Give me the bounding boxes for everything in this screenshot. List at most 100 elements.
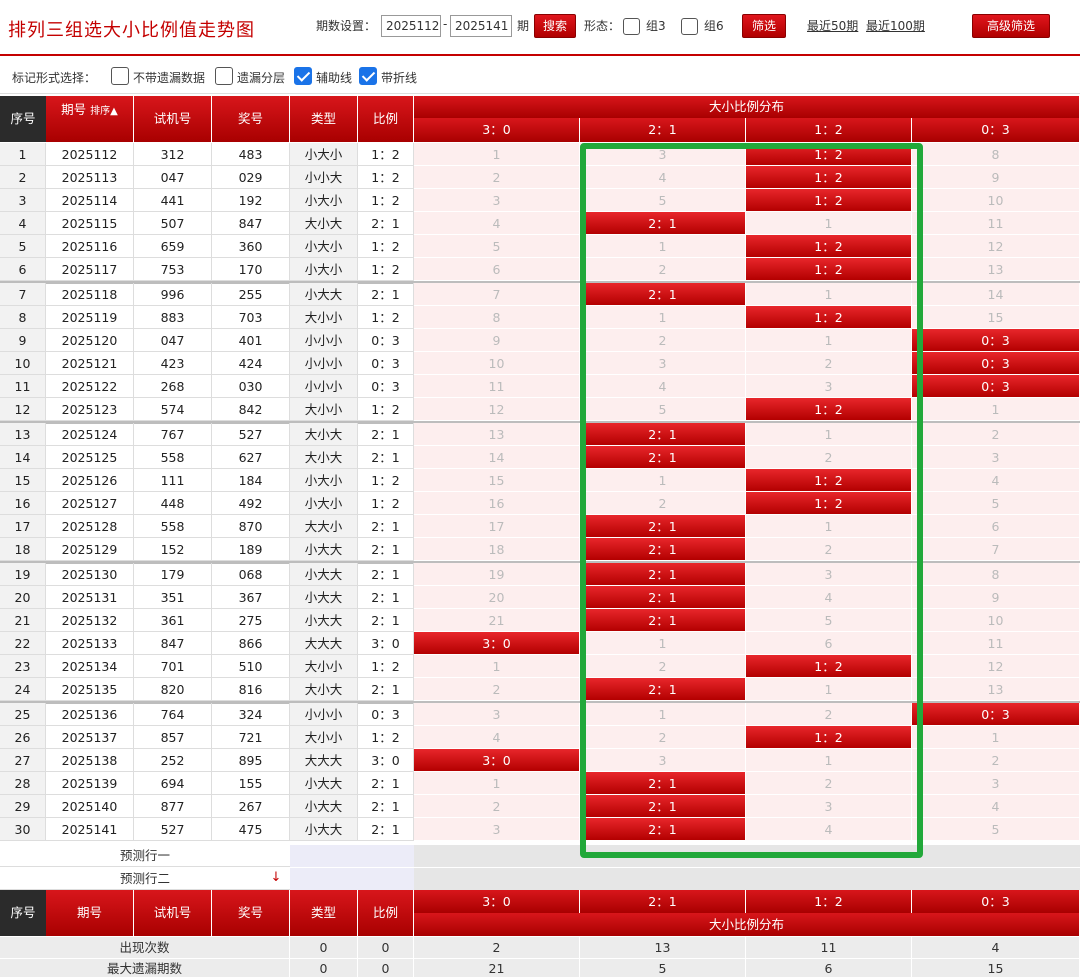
sort-icon[interactable]: 排序▲ <box>90 106 118 117</box>
row-seq: 27 <box>0 749 46 772</box>
row-ratio: 2：1 <box>358 538 414 561</box>
dist-hit-cell: 2：1 <box>580 772 746 795</box>
dist-miss-cell: 5 <box>746 609 912 632</box>
row-draw: 189 <box>212 538 290 561</box>
dist-miss-cell: 6 <box>912 515 1080 538</box>
dist-miss-cell: 6 <box>746 632 912 655</box>
dist-miss-cell: 16 <box>414 492 580 515</box>
row-type: 小小小 <box>290 375 358 398</box>
row-draw: 029 <box>212 166 290 189</box>
row-draw: 030 <box>212 375 290 398</box>
mark-options-label: 标记形式选择： <box>12 71 97 85</box>
row-type: 小大小 <box>290 258 358 281</box>
dist-hit-cell: 1：2 <box>746 398 912 421</box>
row-test: 574 <box>134 398 212 421</box>
row-issue: 2025141 <box>46 818 134 841</box>
row-seq: 4 <box>0 212 46 235</box>
filter-button[interactable]: 筛选 <box>742 14 786 38</box>
dist-miss-cell: 12 <box>912 655 1080 678</box>
row-type: 小小小 <box>290 352 358 375</box>
max-miss-ratio: 0 <box>358 959 414 978</box>
row-seq: 6 <box>0 258 46 281</box>
dist-miss-cell: 11 <box>912 632 1080 655</box>
row-seq: 14 <box>0 446 46 469</box>
group6-checkbox[interactable] <box>681 18 698 35</box>
row-draw: 184 <box>212 469 290 492</box>
row-draw: 847 <box>212 212 290 235</box>
row-type: 小小小 <box>290 703 358 726</box>
footer-header-type: 类型 <box>290 890 358 936</box>
header-issue[interactable]: 期号 排序▲ <box>46 96 134 142</box>
row-ratio: 2：1 <box>358 609 414 632</box>
search-button[interactable]: 搜索 <box>534 14 576 38</box>
prediction-input[interactable] <box>290 845 414 867</box>
header-issue-label: 期号 <box>61 102 87 117</box>
row-draw: 866 <box>212 632 290 655</box>
dist-miss-cell: 4 <box>414 212 580 235</box>
row-draw: 424 <box>212 352 290 375</box>
dist-hit-cell: 1：2 <box>746 726 912 749</box>
prediction-input[interactable] <box>290 868 414 890</box>
row-draw: 627 <box>212 446 290 469</box>
down-arrow-icon[interactable]: ↓ <box>268 870 284 888</box>
dist-miss-cell: 14 <box>414 446 580 469</box>
period-unit: 期 <box>517 19 530 33</box>
header-dist-col: 0：3 <box>912 118 1080 142</box>
dist-miss-cell: 9 <box>414 329 580 352</box>
row-test: 111 <box>134 469 212 492</box>
advanced-filter-button[interactable]: 高级筛选 <box>972 14 1050 38</box>
dist-miss-cell: 2 <box>580 258 746 281</box>
group6-label: 组6 <box>704 19 724 33</box>
row-ratio: 1：2 <box>358 306 414 329</box>
occurrences-label: 出现次数 <box>0 937 290 959</box>
dist-miss-cell: 2 <box>414 678 580 701</box>
row-ratio: 2：1 <box>358 283 414 306</box>
period-to-input[interactable]: 2025141 <box>450 15 512 37</box>
dist-miss-cell: 4 <box>912 795 1080 818</box>
dist-miss-cell: 12 <box>912 235 1080 258</box>
row-issue: 2025135 <box>46 678 134 701</box>
aux-line-label: 辅助线 <box>316 71 353 85</box>
dist-miss-cell: 5 <box>912 492 1080 515</box>
dist-miss-cell: 1 <box>414 772 580 795</box>
row-issue: 2025122 <box>46 375 134 398</box>
polyline-checkbox[interactable] <box>359 67 377 85</box>
group3-checkbox[interactable] <box>623 18 640 35</box>
row-seq: 30 <box>0 818 46 841</box>
row-seq: 8 <box>0 306 46 329</box>
header-dist-col: 2：1 <box>580 118 746 142</box>
miss-layer-checkbox[interactable] <box>215 67 233 85</box>
row-seq: 24 <box>0 678 46 701</box>
dist-miss-cell: 21 <box>414 609 580 632</box>
row-seq: 29 <box>0 795 46 818</box>
dist-hit-cell: 1：2 <box>746 235 912 258</box>
header-test: 试机号 <box>134 96 212 142</box>
row-draw: 816 <box>212 678 290 701</box>
row-seq: 5 <box>0 235 46 258</box>
period-label: 期数设置： <box>316 19 377 33</box>
dist-miss-cell: 11 <box>414 375 580 398</box>
row-ratio: 0：3 <box>358 703 414 726</box>
recent-50-link[interactable]: 最近50期 <box>807 17 858 34</box>
aux-line-checkbox[interactable] <box>294 67 312 85</box>
footer-header-dist-col: 0：3 <box>912 890 1080 913</box>
recent-100-link[interactable]: 最近100期 <box>866 17 925 34</box>
dist-miss-cell: 3 <box>746 375 912 398</box>
dist-hit-cell: 3：0 <box>414 632 580 655</box>
row-ratio: 2：1 <box>358 212 414 235</box>
period-from-input[interactable]: 2025112 <box>381 15 441 37</box>
dist-miss-cell: 13 <box>912 678 1080 701</box>
dist-miss-cell: 3 <box>746 795 912 818</box>
row-type: 大大小 <box>290 515 358 538</box>
header-dist-col: 3：0 <box>414 118 580 142</box>
row-seq: 19 <box>0 563 46 586</box>
prediction-dist[interactable] <box>414 868 1080 890</box>
row-issue: 2025131 <box>46 586 134 609</box>
row-ratio: 1：2 <box>358 398 414 421</box>
no-miss-data-checkbox[interactable] <box>111 67 129 85</box>
row-seq: 9 <box>0 329 46 352</box>
dist-hit-cell: 1：2 <box>746 469 912 492</box>
dist-miss-cell: 4 <box>746 818 912 841</box>
row-test: 179 <box>134 563 212 586</box>
prediction-dist[interactable] <box>414 845 1080 867</box>
